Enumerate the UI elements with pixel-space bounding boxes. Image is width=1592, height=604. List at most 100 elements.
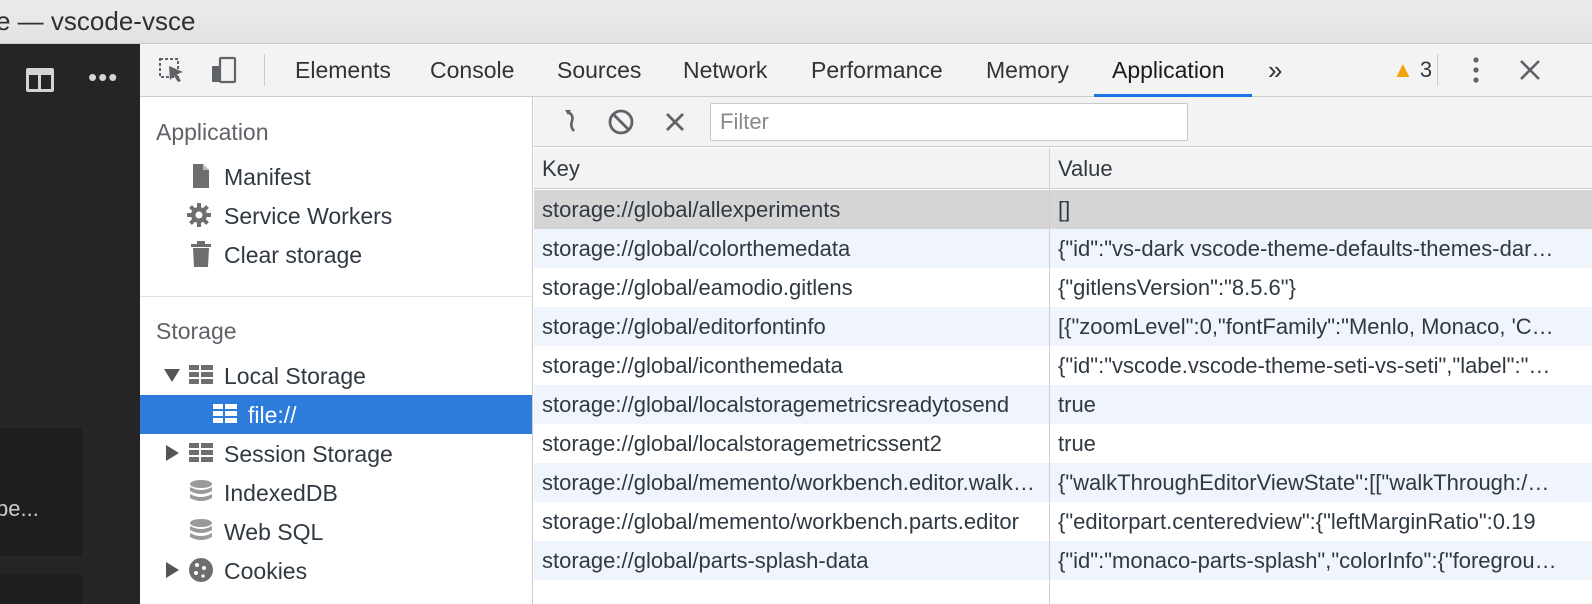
database-icon — [190, 519, 212, 540]
storage-toolbar — [534, 97, 1592, 147]
column-header-value[interactable]: Value — [1058, 156, 1113, 182]
table-row-empty — [534, 580, 1592, 604]
key-cell: storage://global/eamodio.gitlens — [542, 275, 853, 300]
value-cell: true — [1058, 392, 1096, 417]
value-cell: {"walkThroughEditorViewState":[["walkThr… — [1058, 470, 1558, 495]
value-cell: [] — [1058, 197, 1071, 222]
devtools-toolbar: Elements Console Sources Network Perform… — [140, 44, 1592, 97]
sidebar-item-label: IndexedDB — [224, 480, 338, 506]
sidebar-item-label: file:// — [248, 402, 297, 428]
sidebar-item-cookies[interactable]: Cookies — [140, 551, 532, 590]
gear-icon — [187, 203, 211, 227]
document-icon — [193, 164, 209, 188]
key-cell: storage://global/allexperiments — [542, 197, 841, 222]
key-cell: storage://global/memento/workbench.parts… — [542, 509, 1019, 534]
sidebar-item-label: Service Workers — [224, 203, 393, 229]
application-sidebar: Application Manifest Service Workers Cle… — [140, 97, 533, 604]
tab-application[interactable]: Application — [1112, 44, 1225, 97]
sidebar-item-label: Local Storage — [224, 363, 366, 389]
delete-selected-icon[interactable] — [660, 107, 690, 137]
key-cell: storage://global/localstoragemetricssent… — [542, 431, 942, 456]
expand-down-icon[interactable] — [164, 369, 180, 382]
sidebar-item-service-workers[interactable]: Service Workers — [140, 196, 532, 235]
key-cell: storage://global/iconthemedata — [542, 353, 843, 378]
editor-truncated-label: pe... — [0, 496, 39, 521]
editor-strip: ••• pe... — [0, 44, 140, 604]
trash-icon — [191, 241, 211, 267]
key-cell: storage://global/editorfontinfo — [542, 314, 826, 339]
table-row[interactable]: storage://global/editorfontinfo [{"zoomL… — [534, 307, 1592, 346]
tab-performance[interactable]: Performance — [811, 44, 943, 97]
table-row[interactable]: storage://global/memento/workbench.edito… — [534, 463, 1592, 502]
grid-header: Key Value — [534, 148, 1592, 189]
window-titlebar: e — vscode-vsce — [0, 0, 1592, 44]
sidebar-item-label: Web SQL — [224, 519, 324, 545]
table-row[interactable]: storage://global/localstoragemetricssent… — [534, 424, 1592, 463]
grid-icon — [189, 443, 213, 462]
editor-panel — [0, 428, 82, 556]
more-actions-icon[interactable]: ••• — [88, 62, 118, 93]
refresh-icon[interactable] — [556, 107, 586, 137]
table-row[interactable]: storage://global/eamodio.gitlens {"gitle… — [534, 268, 1592, 307]
value-cell: [{"zoomLevel":0,"fontFamily":"Menlo, Mon… — [1058, 314, 1558, 339]
expand-right-icon[interactable] — [166, 445, 179, 461]
value-cell: {"editorpart.centeredview":{"leftMarginR… — [1058, 509, 1536, 534]
tab-sources[interactable]: Sources — [557, 44, 641, 97]
value-cell: true — [1058, 431, 1096, 456]
close-devtools-icon[interactable] — [1514, 54, 1546, 86]
key-cell: storage://global/colorthemedata — [542, 236, 851, 261]
filter-input[interactable] — [710, 103, 1188, 141]
toolbar-divider-2 — [1437, 54, 1438, 86]
editor-panel-2 — [0, 574, 82, 604]
key-cell: storage://global/memento/workbench.edito… — [542, 470, 1042, 495]
table-row[interactable]: storage://global/iconthemedata {"id":"vs… — [534, 346, 1592, 385]
storage-view: Key Value storage://global/allexperiment… — [534, 97, 1592, 604]
tab-console[interactable]: Console — [430, 44, 514, 97]
tab-memory[interactable]: Memory — [986, 44, 1069, 97]
key-cell: storage://global/parts-splash-data — [542, 548, 869, 573]
split-editor-icon[interactable] — [26, 68, 54, 92]
column-header-key[interactable]: Key — [542, 156, 580, 182]
expand-right-icon[interactable] — [166, 562, 179, 578]
table-row[interactable]: storage://global/parts-splash-data {"id"… — [534, 541, 1592, 580]
sidebar-item-indexeddb[interactable]: IndexedDB — [140, 473, 532, 512]
device-toolbar-icon[interactable] — [208, 54, 240, 86]
value-cell: {"gitlensVersion":"8.5.6"} — [1058, 275, 1296, 300]
section-title-application: Application — [156, 119, 269, 145]
kebab-menu-icon[interactable] — [1460, 54, 1492, 86]
sidebar-item-session-storage[interactable]: Session Storage — [140, 434, 532, 473]
more-tabs-button[interactable]: » — [1268, 44, 1282, 97]
key-cell: storage://global/localstoragemetricsread… — [542, 392, 1010, 417]
column-divider[interactable] — [1049, 148, 1050, 604]
cookie-icon — [189, 558, 213, 582]
grid-icon — [189, 365, 213, 384]
inspect-element-icon[interactable] — [156, 54, 188, 86]
sidebar-item-web-sql[interactable]: Web SQL — [140, 512, 532, 551]
tab-network[interactable]: Network — [683, 44, 767, 97]
table-row[interactable]: storage://global/localstoragemetricsread… — [534, 385, 1592, 424]
grid-icon — [213, 404, 237, 423]
warnings-counter[interactable]: ▲ 3 — [1392, 54, 1432, 86]
warning-icon: ▲ — [1392, 57, 1414, 82]
warning-count: 3 — [1419, 57, 1433, 82]
section-title-storage: Storage — [156, 318, 237, 344]
window-title: e — vscode-vsce — [0, 6, 196, 36]
value-cell: {"id":"vscode.vscode-theme-seti-vs-seti"… — [1058, 353, 1558, 378]
section-divider — [140, 296, 533, 297]
sidebar-item-clear-storage[interactable]: Clear storage — [140, 235, 532, 274]
value-cell: {"id":"monaco-parts-splash","colorInfo":… — [1058, 548, 1558, 573]
value-cell: {"id":"vs-dark vscode-theme-defaults-the… — [1058, 236, 1558, 261]
clear-all-icon[interactable] — [606, 107, 636, 137]
toolbar-divider — [264, 54, 265, 86]
sidebar-item-label: Clear storage — [224, 242, 363, 268]
table-row[interactable]: storage://global/allexperiments [] — [534, 190, 1592, 229]
sidebar-item-file[interactable]: file:// — [140, 395, 532, 434]
database-icon — [190, 480, 212, 501]
tab-elements[interactable]: Elements — [295, 44, 391, 97]
table-row[interactable]: storage://global/colorthemedata {"id":"v… — [534, 229, 1592, 268]
table-row[interactable]: storage://global/memento/workbench.parts… — [534, 502, 1592, 541]
sidebar-item-label: Cookies — [224, 558, 308, 584]
sidebar-item-local-storage[interactable]: Local Storage — [140, 356, 532, 395]
sidebar-item-label: Manifest — [224, 164, 311, 190]
sidebar-item-manifest[interactable]: Manifest — [140, 157, 532, 196]
